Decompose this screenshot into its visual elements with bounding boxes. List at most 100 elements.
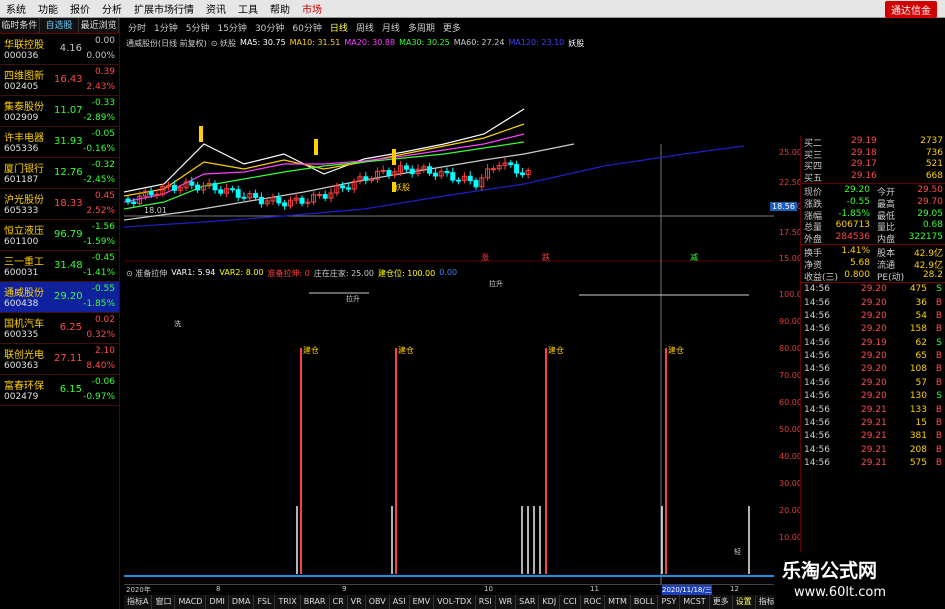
quote-row: 涨跌 -0.55 最高 29.70 — [801, 197, 945, 210]
menu-analysis[interactable]: 分析 — [96, 1, 128, 16]
tick-side: B — [935, 404, 942, 415]
menu-quote[interactable]: 报价 — [64, 1, 96, 16]
indicator-tab[interactable]: DMA — [229, 595, 255, 609]
menu-info[interactable]: 资讯 — [200, 1, 232, 16]
stock-code: 600363 — [4, 361, 39, 371]
candle-body — [450, 172, 456, 181]
stock-row[interactable]: 华联控股 000036 4.16 0.00 0.00% — [0, 34, 119, 65]
tick-time: 14:56 — [804, 297, 830, 308]
indicator-tab[interactable]: RSI — [476, 595, 496, 609]
stock-row[interactable]: 恒立液压 601100 96.79 -1.56 -1.59% — [0, 220, 119, 251]
stock-change: -0.06 — [91, 377, 115, 387]
watermark: 乐淘公式网 www.60lt.com — [774, 552, 945, 609]
period-tab[interactable]: 1分钟 — [150, 21, 182, 34]
indicator-tab[interactable]: PSY — [658, 595, 681, 609]
indicator-tab[interactable]: 设置 — [733, 595, 756, 609]
tick-volume: 15 — [915, 418, 927, 429]
indicator-tab[interactable]: BOLL — [631, 595, 659, 609]
quote-value: 29.20 — [844, 185, 870, 196]
indicator-tab[interactable]: MCST — [680, 595, 710, 609]
stock-row[interactable]: 沪光股份 605333 18.33 0.45 2.52% — [0, 189, 119, 220]
menu-extended-market[interactable]: 扩展市场行情 — [128, 1, 200, 16]
period-tab[interactable]: 30分钟 — [251, 21, 288, 34]
candle-body — [316, 194, 322, 197]
tick-volume: 62 — [915, 337, 927, 348]
yellow-candle — [314, 139, 318, 155]
indicator-tab[interactable]: 更多 — [710, 595, 733, 609]
indicator-tab[interactable]: FSL — [254, 595, 276, 609]
stock-price: 12.76 — [54, 167, 83, 178]
stock-row[interactable]: 国机汽车 600335 6.25 0.02 0.32% — [0, 313, 119, 344]
date-label: 12 — [730, 585, 739, 593]
stock-row[interactable]: 厦门银行 601187 12.76 -0.32 -2.45% — [0, 158, 119, 189]
indicator-tab[interactable]: KDJ — [539, 595, 561, 609]
candle-body — [363, 176, 369, 181]
indicator-tab[interactable]: ROC — [581, 595, 606, 609]
stock-code: 600031 — [4, 268, 39, 278]
date-label: 8 — [216, 585, 221, 593]
period-tab[interactable]: 分时 — [124, 21, 150, 34]
indicator-tab[interactable]: CR — [330, 595, 348, 609]
indicator-tab[interactable]: EMV — [410, 595, 435, 609]
indicator-tab[interactable]: BRAR — [301, 595, 330, 609]
menu-market[interactable]: 市场 — [296, 1, 328, 16]
kline-chart[interactable]: 建仓 建仓 建仓 建仓轻 18.01 妖股 涨 跌 减 拉升 拉升 洗 — [124, 34, 774, 594]
yellow-candle — [199, 126, 203, 142]
tab-watchlist[interactable]: 自选股 — [40, 18, 80, 33]
indicator-tab[interactable]: TRIX — [275, 595, 301, 609]
broker-badge[interactable]: 通达信金 — [885, 1, 937, 18]
menu-tools[interactable]: 工具 — [232, 1, 264, 16]
ind-label-c: 洗 — [174, 319, 181, 328]
stock-price: 6.25 — [59, 322, 82, 333]
period-tab[interactable]: 60分钟 — [288, 21, 325, 34]
indicator-tab[interactable]: ASI — [390, 595, 410, 609]
menu-system[interactable]: 系统 — [0, 1, 32, 16]
stock-row[interactable]: 通威股份 600438 29.20 -0.55 -1.85% — [0, 282, 119, 313]
candle-body — [467, 175, 473, 182]
stock-code: 600335 — [4, 330, 39, 340]
indicator-tab[interactable]: VOL-TDX — [434, 595, 476, 609]
indicator-tab[interactable]: MACD — [175, 595, 207, 609]
period-tab[interactable]: 5分钟 — [182, 21, 214, 34]
period-tab[interactable]: 更多 — [439, 21, 465, 34]
menu-help[interactable]: 帮助 — [264, 1, 296, 16]
period-tab[interactable]: 周线 — [352, 21, 378, 34]
period-tab[interactable]: 多周期 — [404, 21, 439, 34]
indicator-tab[interactable]: SAR — [516, 595, 540, 609]
tick-price: 29.21 — [861, 418, 887, 429]
indicator-tab[interactable]: OBV — [366, 595, 390, 609]
ind-label-a: 拉升 — [346, 294, 360, 303]
tick-price: 29.21 — [861, 431, 887, 442]
stock-row[interactable]: 许丰电器 605336 31.93 -0.05 -0.16% — [0, 127, 119, 158]
stock-row[interactable]: 富春环保 002479 6.15 -0.06 -0.97% — [0, 375, 119, 406]
divider — [801, 244, 945, 246]
period-tab[interactable]: 月线 — [378, 21, 404, 34]
menu-function[interactable]: 功能 — [32, 1, 64, 16]
indicator-tab[interactable]: DMI — [206, 595, 229, 609]
indicator-tab[interactable]: MTM — [605, 595, 631, 609]
tab-recent[interactable]: 最近浏览 — [79, 18, 120, 33]
stock-row[interactable]: 联创光电 600363 27.11 2.10 8.40% — [0, 344, 119, 375]
tick-volume: 108 — [909, 364, 927, 375]
stock-pct: -0.97% — [83, 392, 115, 402]
indicator-tab[interactable]: WR — [496, 595, 517, 609]
stock-row[interactable]: 集泰股份 002909 11.07 -0.33 -2.89% — [0, 96, 119, 127]
tab-temp-condition[interactable]: 临时条件 — [0, 18, 40, 33]
indicator-tab[interactable]: VR — [348, 595, 366, 609]
indicator-tab[interactable]: 指标A — [124, 595, 153, 609]
period-tab[interactable]: 15分钟 — [213, 21, 250, 34]
period-tab[interactable]: 日线 — [326, 21, 352, 34]
low-price-label: 18.01 — [144, 206, 167, 215]
stock-pct: -0.16% — [83, 144, 115, 154]
stock-row[interactable]: 三一重工 600031 31.48 -0.45 -1.41% — [0, 251, 119, 282]
quote-value: 322175 — [908, 231, 943, 242]
stock-row[interactable]: 四维图新 002405 16.43 0.39 2.43% — [0, 65, 119, 96]
candle-body — [258, 196, 264, 205]
tick-row: 14:56 29.20 36 B — [801, 298, 945, 311]
stock-pct: 0.32% — [86, 330, 115, 340]
indicator-tab[interactable]: 窗口 — [152, 595, 176, 609]
tick-row: 14:56 29.21 208 B — [801, 445, 945, 458]
kline-chart-canvas[interactable]: 建仓 建仓 建仓 建仓轻 18.01 妖股 涨 跌 减 拉升 拉升 洗 — [124, 34, 774, 584]
indicator-tab[interactable]: CCI — [560, 595, 581, 609]
quote-row: 现价 29.20 今开 29.50 — [801, 185, 945, 198]
